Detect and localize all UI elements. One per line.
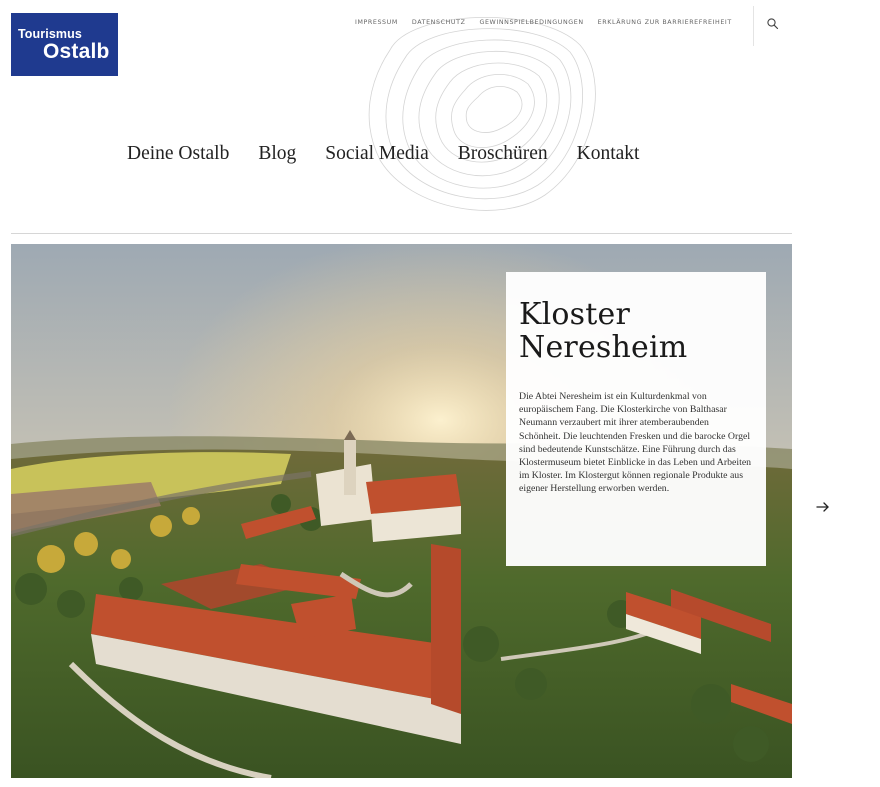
nav-item-broschueren[interactable]: Broschüren — [458, 143, 548, 165]
main-navigation: Deine Ostalb Blog Social Media Broschüre… — [127, 143, 639, 165]
hero-title-line2: Neresheim — [519, 330, 688, 365]
logo-text-top: Tourismus — [18, 27, 82, 41]
nav-item-blog[interactable]: Blog — [258, 143, 296, 165]
header-divider — [11, 233, 792, 234]
datenschutz-link[interactable]: Datenschutz — [412, 19, 466, 26]
contour-lines-decoration — [368, 17, 596, 211]
arrow-right-icon[interactable] — [814, 498, 832, 516]
hero-info-card: Kloster Neresheim Die Abtei Neresheim is… — [506, 272, 766, 566]
divider — [753, 6, 754, 46]
nav-item-kontakt[interactable]: Kontakt — [577, 143, 640, 165]
nav-item-social-media[interactable]: Social Media — [325, 143, 428, 165]
barrierefreiheit-link[interactable]: Erklärung zur Barrierefreiheit — [598, 19, 732, 26]
hero-title: Kloster Neresheim — [519, 298, 752, 364]
logo[interactable]: Tourismus Ostalb — [11, 13, 118, 76]
logo-text-bottom: Ostalb — [43, 40, 110, 63]
search-icon[interactable] — [765, 16, 781, 32]
hero-title-line1: Kloster — [519, 297, 631, 332]
hero-description: Die Abtei Neresheim ist ein Kulturdenkma… — [519, 391, 752, 495]
nav-item-deine-ostalb[interactable]: Deine Ostalb — [127, 143, 229, 165]
utility-links: Impressum Datenschutz Gewinnspielbedingu… — [355, 19, 732, 26]
gewinnspielbedingungen-link[interactable]: Gewinnspielbedingungen — [479, 19, 583, 26]
impressum-link[interactable]: Impressum — [355, 19, 398, 26]
